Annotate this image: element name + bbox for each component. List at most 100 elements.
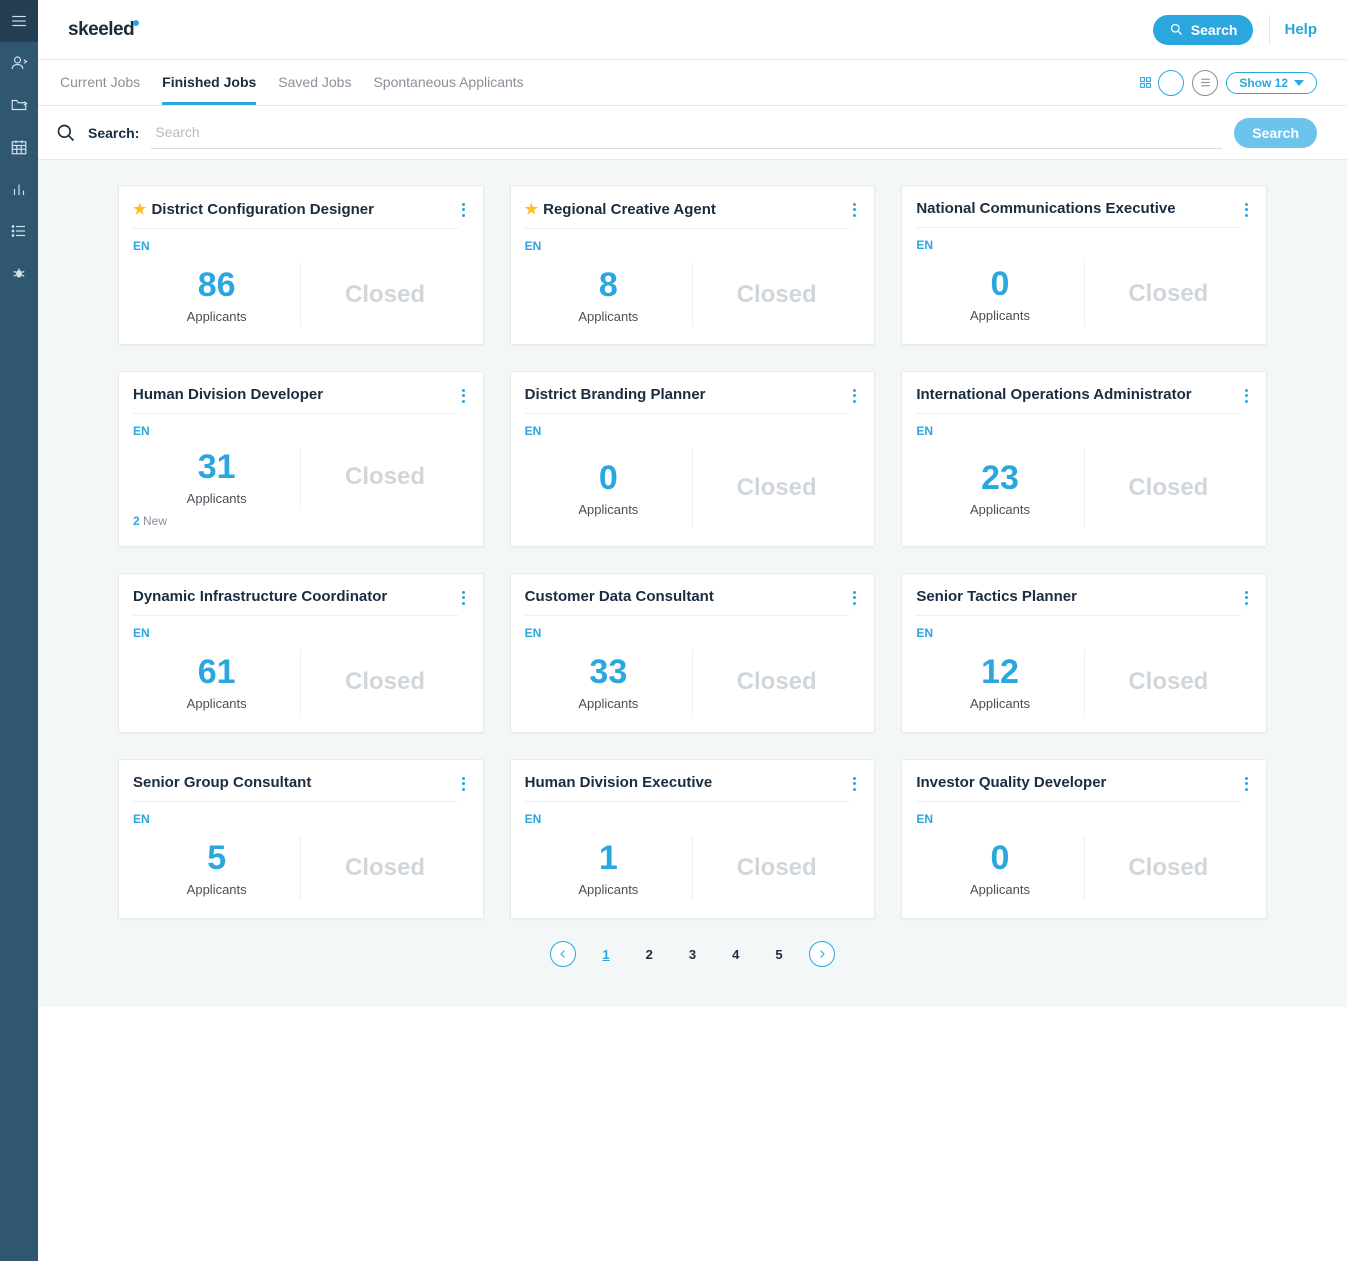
job-card-menu-button[interactable]	[1241, 386, 1252, 405]
job-card-menu-button[interactable]	[458, 386, 469, 405]
job-title: International Operations Administrator	[916, 386, 1241, 414]
status-badge: Closed	[737, 474, 817, 502]
help-link[interactable]: Help	[1269, 15, 1317, 45]
applicants-count: 0	[991, 265, 1010, 304]
page-number[interactable]: 1	[598, 945, 613, 964]
job-card[interactable]: Human Division DeveloperEN31ApplicantsCl…	[118, 371, 484, 547]
job-card[interactable]: ★Regional Creative Agent EN 8 Applicants Clo…	[510, 185, 876, 345]
star-icon: ★	[525, 200, 538, 218]
job-title: National Communications Executive	[916, 200, 1241, 228]
page-size-select[interactable]: Show 12	[1226, 72, 1317, 94]
applicants-count: 31	[198, 448, 236, 487]
status-badge: Closed	[345, 281, 425, 309]
sidebar-menu-toggle[interactable]	[0, 0, 38, 42]
job-card-menu-button[interactable]	[458, 200, 469, 219]
applicants-count: 8	[599, 266, 618, 305]
status-badge: Closed	[345, 463, 425, 491]
language-badge: EN	[133, 239, 469, 253]
applicants-count: 5	[207, 839, 226, 878]
search-icon	[1169, 22, 1184, 37]
job-card-menu-button[interactable]	[458, 588, 469, 607]
job-card[interactable]: National Communications ExecutiveEN0Appl…	[901, 185, 1267, 345]
topbar: skeeled Search Help	[38, 0, 1347, 60]
brand-logo: skeeled	[68, 19, 139, 41]
language-badge: EN	[916, 812, 1252, 826]
job-title: Customer Data Consultant	[525, 588, 850, 616]
bug-icon	[10, 264, 28, 282]
language-badge: EN	[525, 626, 861, 640]
search-icon	[56, 123, 76, 143]
status-badge: Closed	[345, 668, 425, 696]
applicants-count: 1	[599, 839, 618, 878]
job-card-menu-button[interactable]	[849, 774, 860, 793]
job-card[interactable]: Senior Group ConsultantEN5ApplicantsClos…	[118, 759, 484, 919]
sidebar-item-list[interactable]	[0, 210, 38, 252]
language-badge: EN	[133, 424, 469, 438]
list-icon	[10, 222, 28, 240]
page-prev-button[interactable]	[550, 941, 576, 967]
chevron-right-icon	[816, 948, 828, 960]
sidebar-item-people[interactable]	[0, 42, 38, 84]
global-search-button[interactable]: Search	[1153, 15, 1254, 45]
logo-dot-icon	[133, 20, 139, 26]
applicants-count: 86	[198, 266, 236, 305]
applicants-count: 0	[991, 839, 1010, 878]
applicants-count: 33	[589, 653, 627, 692]
chevron-left-icon	[557, 948, 569, 960]
job-card-menu-button[interactable]	[849, 588, 860, 607]
applicants-label: Applicants	[578, 309, 638, 324]
page-number[interactable]: 2	[642, 945, 657, 964]
language-badge: EN	[525, 239, 861, 253]
status-badge: Closed	[737, 668, 817, 696]
bar-chart-icon	[10, 180, 28, 198]
tab-saved-jobs[interactable]: Saved Jobs	[278, 60, 351, 105]
job-title: Senior Tactics Planner	[916, 588, 1241, 616]
job-title: Dynamic Infrastructure Coordinator	[133, 588, 458, 616]
page-number[interactable]: 3	[685, 945, 700, 964]
applicants-label: Applicants	[187, 696, 247, 711]
tab-finished-jobs[interactable]: Finished Jobs	[162, 60, 256, 105]
sidebar-item-calendar[interactable]	[0, 126, 38, 168]
sidebar-item-integrations[interactable]	[0, 252, 38, 294]
page-number[interactable]: 4	[728, 945, 743, 964]
job-card[interactable]: District Branding PlannerEN0ApplicantsCl…	[510, 371, 876, 547]
sidebar-item-analytics[interactable]	[0, 168, 38, 210]
view-list-button[interactable]	[1192, 70, 1218, 96]
star-icon: ★	[133, 200, 146, 218]
job-card[interactable]: Investor Quality DeveloperEN0ApplicantsC…	[901, 759, 1267, 919]
search-input[interactable]	[151, 116, 1222, 149]
applicants-count: 0	[599, 459, 618, 498]
job-card[interactable]: Customer Data ConsultantEN33ApplicantsCl…	[510, 573, 876, 733]
status-badge: Closed	[1128, 474, 1208, 502]
status-badge: Closed	[737, 281, 817, 309]
tab-spontaneous-applicants[interactable]: Spontaneous Applicants	[373, 60, 523, 105]
view-grid-button[interactable]	[1158, 70, 1184, 96]
page-number[interactable]: 5	[771, 945, 786, 964]
job-card[interactable]: Senior Tactics PlannerEN12ApplicantsClos…	[901, 573, 1267, 733]
page-next-button[interactable]	[809, 941, 835, 967]
job-card[interactable]: ★District Configuration DesignerEN86Appl…	[118, 185, 484, 345]
language-badge: EN	[916, 626, 1252, 640]
job-card[interactable]: Human Division ExecutiveEN1ApplicantsClo…	[510, 759, 876, 919]
calendar-icon	[10, 138, 28, 156]
job-title: Senior Group Consultant	[133, 774, 458, 802]
job-card-menu-button[interactable]	[849, 386, 860, 405]
job-card-menu-button[interactable]	[1241, 774, 1252, 793]
job-card-menu-button[interactable]	[849, 200, 860, 219]
job-title: District Branding Planner	[525, 386, 850, 414]
language-badge: EN	[133, 812, 469, 826]
job-card-menu-button[interactable]	[1241, 200, 1252, 219]
job-card-menu-button[interactable]	[458, 774, 469, 793]
job-card[interactable]: International Operations AdministratorEN…	[901, 371, 1267, 547]
search-button[interactable]: Search	[1234, 118, 1317, 148]
hamburger-icon	[10, 12, 28, 30]
sidebar-item-jobs[interactable]	[0, 84, 38, 126]
applicants-count: 12	[981, 653, 1019, 692]
job-title: Investor Quality Developer	[916, 774, 1241, 802]
applicants-label: Applicants	[578, 502, 638, 517]
job-card-menu-button[interactable]	[1241, 588, 1252, 607]
job-title: ★Regional Creative Agent	[525, 200, 850, 229]
applicants-count: 61	[198, 653, 236, 692]
tab-current-jobs[interactable]: Current Jobs	[60, 60, 140, 105]
job-card[interactable]: Dynamic Infrastructure CoordinatorEN61Ap…	[118, 573, 484, 733]
